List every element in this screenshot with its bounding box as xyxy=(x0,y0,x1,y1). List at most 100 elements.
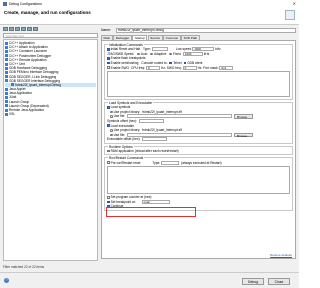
use-file-radio-1[interactable] xyxy=(110,115,113,118)
swo-freq-field[interactable]: 0 xyxy=(182,65,197,70)
browse-button-2[interactable]: Browse... xyxy=(234,132,253,137)
config-type-icon xyxy=(5,108,8,112)
debug-button[interactable]: Debug xyxy=(242,278,264,285)
config-type-icon xyxy=(5,45,8,49)
semihosting-checkbox[interactable] xyxy=(107,61,110,65)
use-project-binary-radio-1[interactable] xyxy=(110,110,113,114)
exec-offset-field[interactable] xyxy=(142,137,168,142)
exec-file-field[interactable] xyxy=(127,132,233,137)
port-mask-label: Hz. Port mask: xyxy=(197,65,219,70)
fixed-label: Fixed xyxy=(172,51,181,56)
config-type-icon xyxy=(5,75,8,79)
load-exec-checkbox[interactable] xyxy=(107,124,110,127)
use-file-label-2: Use file: xyxy=(113,132,126,137)
console-routed-label: Console routed to: xyxy=(141,61,168,66)
low-speed-field[interactable]: 1000 xyxy=(192,47,215,52)
bottom-bar: ? Debug Close xyxy=(0,272,299,288)
exec-offset-label: Executable offset (hex): xyxy=(107,137,141,142)
telnet-checkbox[interactable] xyxy=(169,61,173,65)
reset-type-field[interactable] xyxy=(151,47,168,52)
help-icon[interactable]: ? xyxy=(4,278,9,283)
config-type-icon xyxy=(5,66,8,70)
header-title: Create, manage, and run configurations xyxy=(4,10,91,15)
low-speed-units: kHz xyxy=(215,47,221,52)
collapse-all-icon[interactable] xyxy=(33,27,38,31)
title-bar: Debug Configurations ✕ xyxy=(0,0,299,7)
config-editor: Name: Main Debugger Startup Source Commo… xyxy=(101,27,296,261)
adaptive-label: Adaptive xyxy=(153,51,167,56)
highlight-box xyxy=(106,207,196,218)
run-reset-group: Run/Restart Commands Pre-run/Restart res… xyxy=(104,156,293,218)
config-type-icon xyxy=(5,62,8,66)
run-type-field[interactable] xyxy=(161,160,180,165)
use-file-label-1: Use file: xyxy=(113,114,126,119)
type-label: Type: xyxy=(143,47,151,52)
delete-icon[interactable] xyxy=(21,27,26,31)
adaptive-radio[interactable] xyxy=(150,52,153,56)
breakpoint-field[interactable]: main xyxy=(141,199,170,204)
duplicate-icon[interactable] xyxy=(15,27,20,31)
reset-halt-label: Initial Reset and Halt xyxy=(110,47,141,52)
load-exec-label: Load executable xyxy=(110,123,134,128)
init-commands-textarea[interactable] xyxy=(107,70,290,97)
new-config-icon[interactable] xyxy=(3,27,8,31)
symbols-file-field[interactable] xyxy=(127,114,233,119)
config-type-icon xyxy=(5,112,8,116)
program-counter-checkbox[interactable] xyxy=(107,195,110,199)
filter-icon[interactable] xyxy=(27,27,32,31)
runtime-group-title: Runtime Options xyxy=(108,144,134,149)
restore-defaults-link[interactable]: Restore defaults xyxy=(270,253,292,257)
flash-bp-label: Enable flash breakpoints xyxy=(110,56,146,61)
program-counter-label: Set program counter at (hex): xyxy=(110,195,153,200)
tree-item[interactable]: XSL xyxy=(5,112,96,116)
flash-bp-checkbox[interactable] xyxy=(107,57,110,60)
load-group-title: Load Symbols and Executable xyxy=(108,100,154,105)
cpu-freq-field[interactable]: 0 xyxy=(146,65,161,70)
browse-button-1[interactable]: Browse... xyxy=(234,114,253,119)
name-label: Name: xyxy=(101,28,111,32)
debug-config-icon xyxy=(3,1,7,6)
prerun-reset-label: Pre-run/Restart reset xyxy=(110,160,141,165)
gdb-client-checkbox[interactable] xyxy=(183,61,187,65)
config-type-icon xyxy=(5,49,8,53)
tree-item-label: XSL xyxy=(9,112,16,117)
ram-app-label: RAM application (reload after each reset… xyxy=(110,149,179,154)
init-group-title: Initialization Commands xyxy=(108,43,144,47)
telnet-label: Telnet xyxy=(173,61,182,66)
binary-name-2: frdmk22f_lpuart_interrupt.elf xyxy=(142,128,183,133)
swo-checkbox[interactable] xyxy=(107,66,110,69)
init-commands-group: Initialization Commands Initial Reset an… xyxy=(104,43,293,100)
set-breakpoint-label: Set breakpoint at: xyxy=(110,199,136,204)
name-input[interactable] xyxy=(116,27,296,33)
fixed-radio[interactable] xyxy=(169,52,172,56)
use-project-binary-radio-2[interactable] xyxy=(110,128,113,132)
reset-halt-checkbox[interactable] xyxy=(107,48,110,51)
ram-app-checkbox[interactable] xyxy=(107,149,110,153)
config-tree[interactable]: C/C++ Application C/C++ Attach to Applica… xyxy=(3,39,98,261)
symbols-offset-field[interactable] xyxy=(138,119,164,124)
filter-status-text: Filter matched 22 of 22 items xyxy=(3,265,45,269)
fixed-speed-field[interactable]: 1000 xyxy=(182,51,203,56)
config-type-icon xyxy=(5,91,8,95)
close-window-icon[interactable]: ✕ xyxy=(293,1,296,6)
set-breakpoint-checkbox[interactable] xyxy=(107,200,110,204)
run-commands-textarea[interactable] xyxy=(107,165,290,194)
auto-radio[interactable] xyxy=(137,52,140,56)
close-button[interactable]: Close xyxy=(268,278,290,285)
fixed-speed-units: kHz xyxy=(203,51,210,56)
dialog-header: Create, manage, and run configurations xyxy=(0,7,299,25)
always-exec-label: (always executed at Restart) xyxy=(181,160,222,165)
use-file-radio-2[interactable] xyxy=(110,133,113,137)
auto-label: Auto xyxy=(140,51,148,56)
filter-input[interactable]: type filter text xyxy=(3,33,98,38)
run-type-label: Type: xyxy=(152,160,161,165)
port-mask-field[interactable]: 0x1 xyxy=(219,65,234,70)
export-icon[interactable] xyxy=(9,27,14,31)
semihosting-label: Enable semihosting xyxy=(110,61,139,66)
run-reset-group-title: Run/Restart Commands xyxy=(108,156,145,161)
load-symbols-checkbox[interactable] xyxy=(107,105,110,109)
config-type-icon xyxy=(11,83,14,87)
prerun-reset-checkbox[interactable] xyxy=(107,161,110,164)
config-type-icon xyxy=(5,58,8,62)
header-banner-icon xyxy=(285,10,295,20)
